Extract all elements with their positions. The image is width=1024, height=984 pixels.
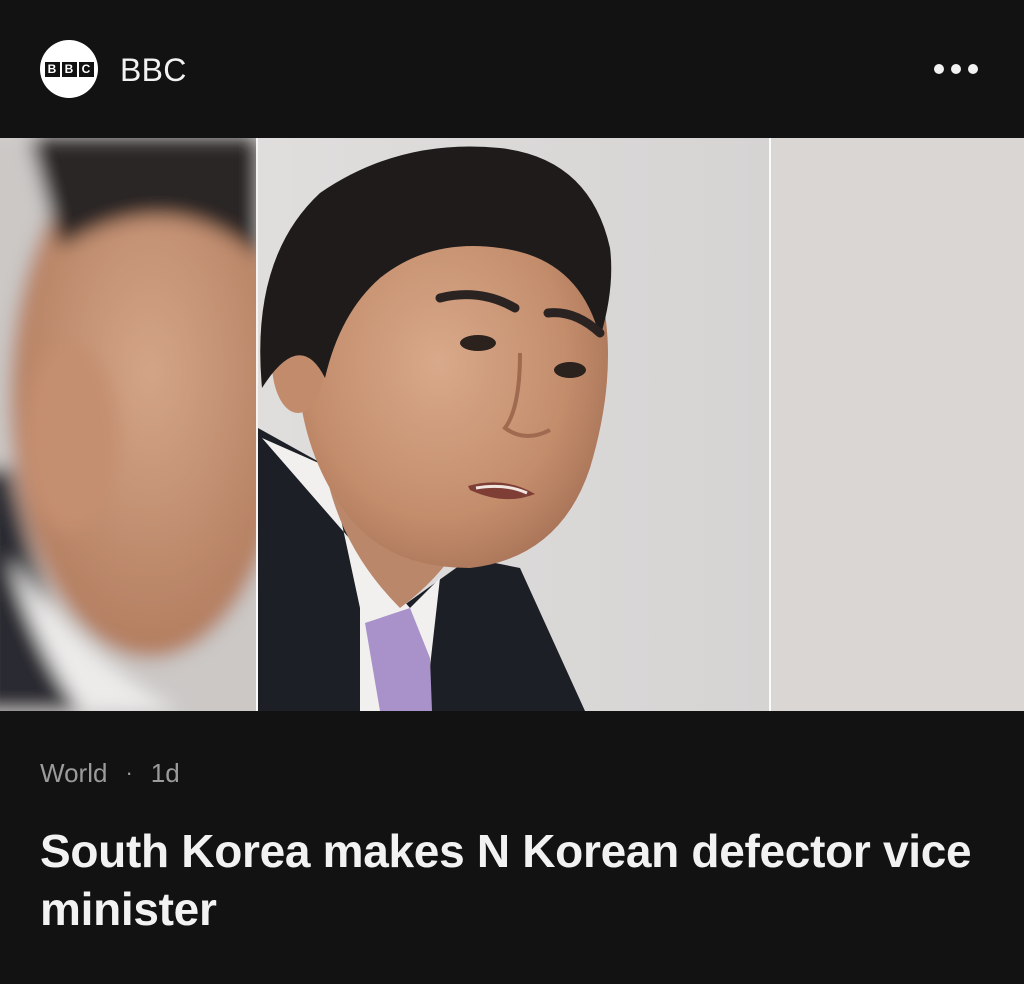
article-age: 1d — [150, 758, 180, 788]
logo-letter: C — [78, 61, 94, 77]
more-horizontal-icon — [968, 64, 978, 74]
publisher-name[interactable]: BBC — [120, 50, 187, 90]
article-headline[interactable]: South Korea makes N Korean defector vice… — [40, 822, 980, 938]
right-background-panel — [771, 138, 1024, 711]
article-meta: World · 1d — [40, 756, 180, 790]
news-card[interactable]: B B C BBC World · 1d South Korea makes N… — [0, 0, 1024, 984]
portrait-photo — [0, 138, 1024, 711]
more-horizontal-icon — [951, 64, 961, 74]
hero-image[interactable] — [0, 138, 1024, 711]
center-photo-panel — [258, 138, 769, 711]
article-category[interactable]: World — [40, 756, 107, 790]
logo-letter: B — [44, 61, 60, 77]
bbc-logo-icon: B B C — [44, 61, 94, 77]
card-header: B B C BBC — [0, 0, 1024, 138]
more-horizontal-icon — [934, 64, 944, 74]
meta-separator: · — [125, 760, 133, 785]
logo-letter: B — [61, 61, 77, 77]
more-options-button[interactable] — [928, 56, 984, 82]
blurred-background-panel — [0, 138, 290, 711]
publisher-logo[interactable]: B B C — [40, 40, 98, 98]
